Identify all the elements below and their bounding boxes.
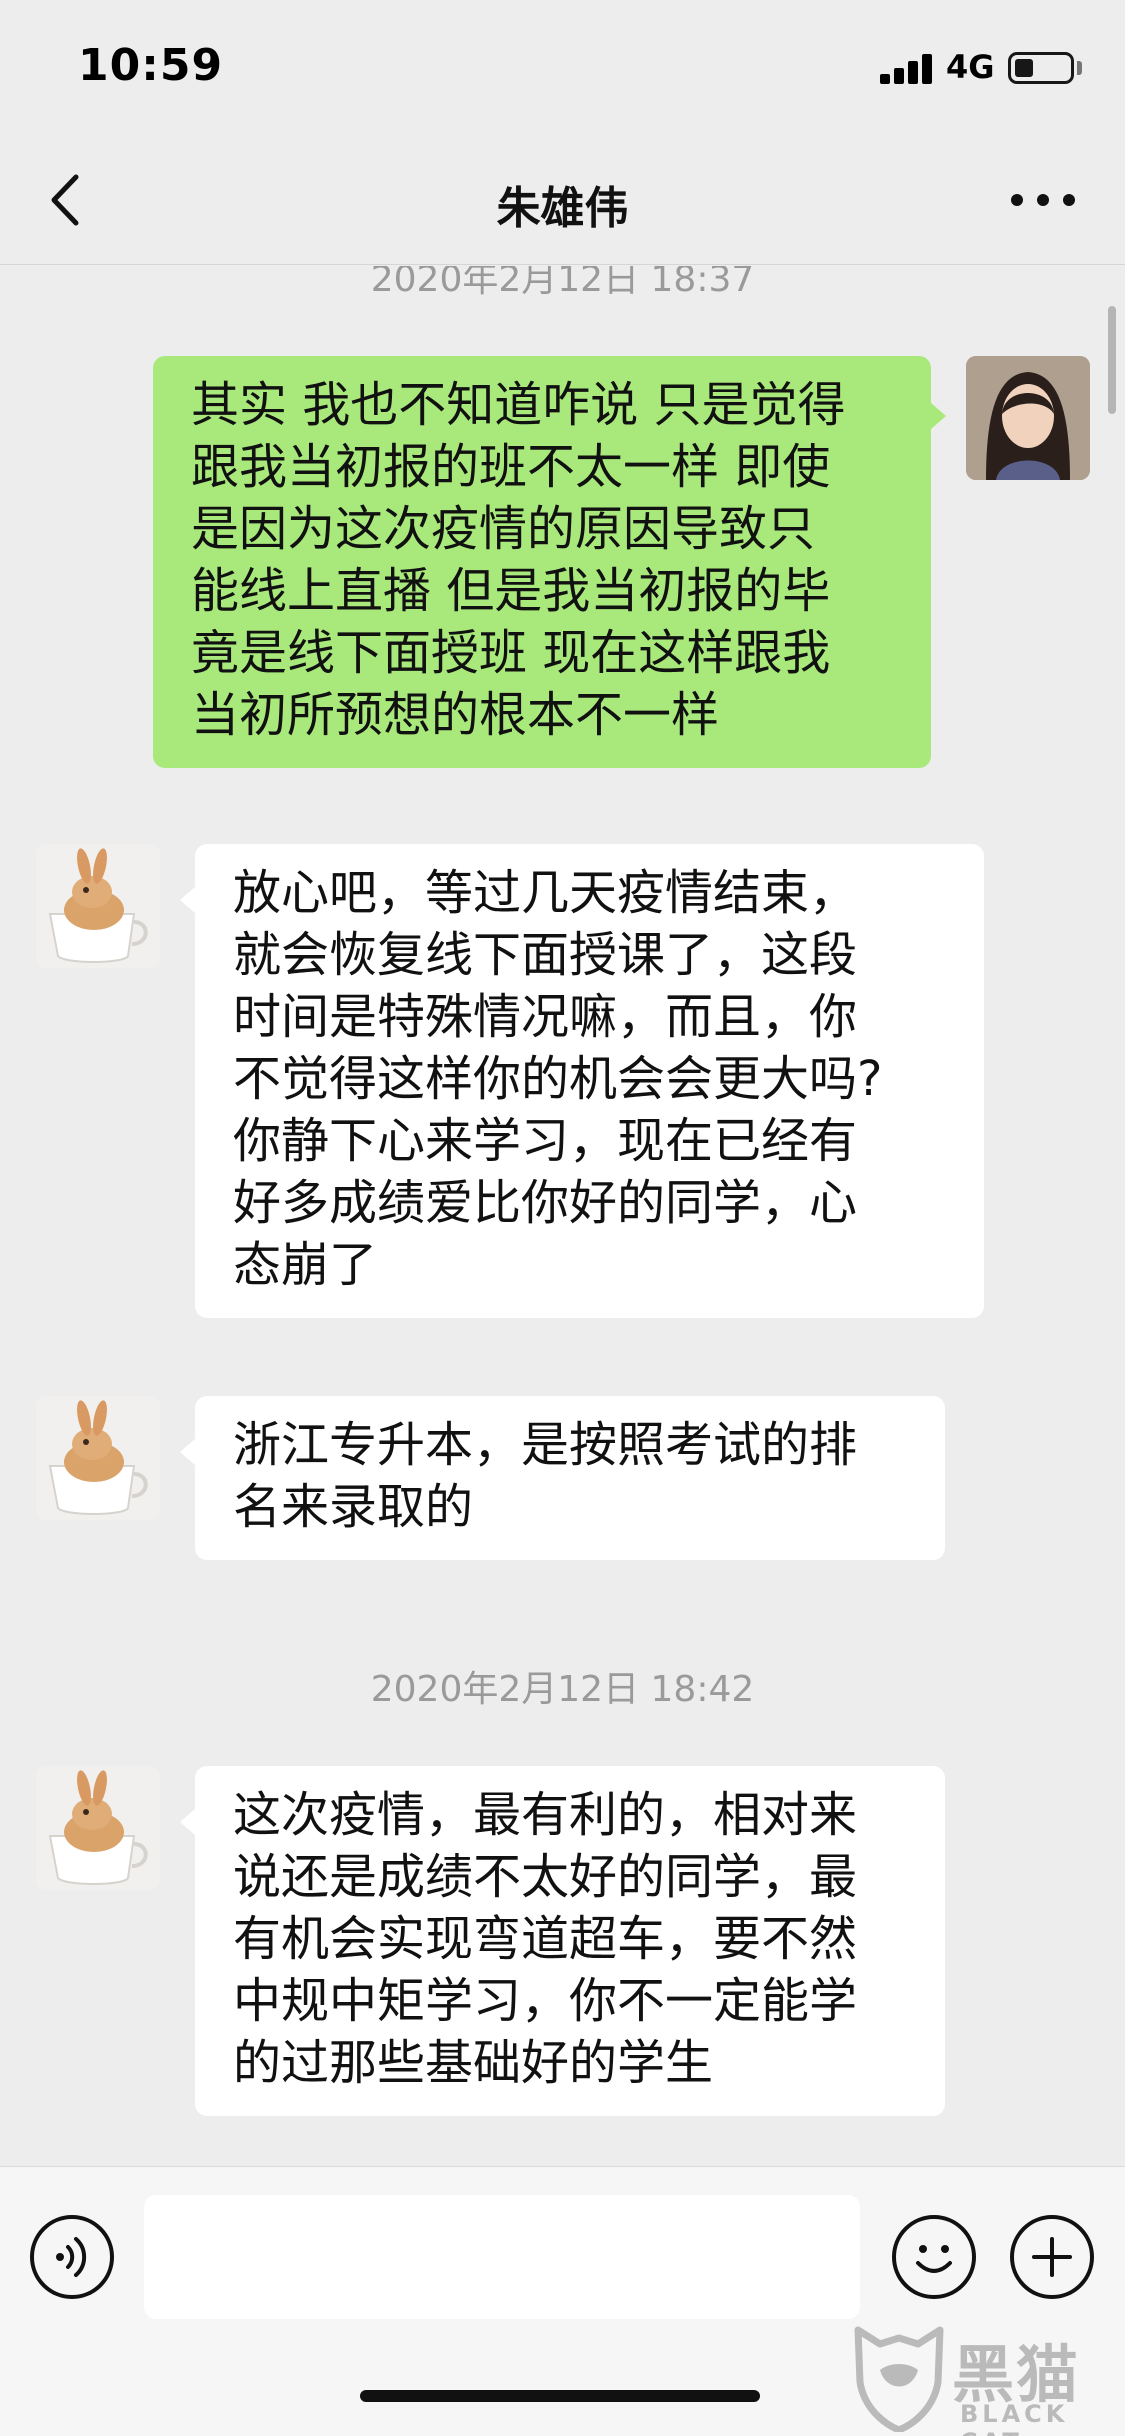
- chat-title: 朱雄伟: [496, 183, 629, 234]
- chat-messages[interactable]: 2020年2月12日 18:37 其实 我也不知道咋说 只是觉得 跟我当初报的班…: [0, 266, 1125, 2166]
- blackcat-watermark: 黑猫 BLACK CAT: [850, 2318, 1125, 2436]
- scrollbar[interactable]: [1108, 306, 1116, 414]
- self-avatar[interactable]: [966, 356, 1090, 480]
- message-line: 说还是成绩不太好的同学，最: [233, 1849, 858, 1905]
- emoji-icon: [916, 2245, 952, 2273]
- network-type: 4G: [946, 48, 995, 86]
- contact-avatar[interactable]: [36, 1396, 160, 1520]
- bubble-tail: [180, 886, 196, 914]
- message-line: 浙江专升本，是按照考试的排: [233, 1417, 858, 1473]
- bubble-tail: [930, 402, 946, 430]
- message-line: 不觉得这样你的机会会更大吗?: [233, 1051, 883, 1107]
- voice-button[interactable]: [30, 2215, 114, 2299]
- message-line: 能线上直播 但是我当初报的毕: [191, 563, 831, 619]
- message-bubble-sent[interactable]: 其实 我也不知道咋说 只是觉得 跟我当初报的班不太一样 即使 是因为这次疫情的原…: [153, 356, 931, 768]
- avatar-bunny-image: [36, 844, 160, 968]
- message-bubble-received[interactable]: 这次疫情，最有利的，相对来 说还是成绩不太好的同学，最 有机会实现弯道超车，要不…: [195, 1766, 945, 2116]
- status-bar: 10:59 4G: [0, 0, 1125, 135]
- message-bubble-received[interactable]: 放心吧，等过几天疫情结束， 就会恢复线下面授课了，这段 时间是特殊情况嘛，而且，…: [195, 844, 984, 1318]
- message-line: 有机会实现弯道超车，要不然: [233, 1911, 858, 1967]
- avatar-bunny-image: [36, 1766, 160, 1890]
- message-line: 时间是特殊情况嘛，而且，你: [233, 989, 858, 1045]
- plus-button[interactable]: [1010, 2215, 1094, 2299]
- message-input[interactable]: [144, 2195, 860, 2319]
- message-line: 的过那些基础好的学生: [233, 2035, 714, 2091]
- voice-icon: [56, 2237, 87, 2277]
- contact-avatar[interactable]: [36, 844, 160, 968]
- more-button[interactable]: [1008, 183, 1078, 217]
- message-line: 中规中矩学习，你不一定能学: [233, 1973, 858, 2029]
- signal-icon: [880, 52, 936, 84]
- message-line: 放心吧，等过几天疫情结束，: [233, 865, 858, 921]
- watermark-text-en: BLACK CAT: [960, 2400, 1069, 2436]
- message-line: 就会恢复线下面授课了，这段: [233, 927, 858, 983]
- plus-icon: [1032, 2237, 1072, 2277]
- more-dots-icon: [1011, 194, 1075, 206]
- avatar-bunny-image: [36, 1396, 160, 1520]
- contact-avatar[interactable]: [36, 1766, 160, 1890]
- message-line: 是因为这次疫情的原因导致只: [191, 501, 816, 557]
- chat-header: 朱雄伟: [0, 135, 1125, 265]
- message-line: 竟是线下面授班 现在这样跟我: [191, 625, 831, 681]
- message-line: 好多成绩爱比你好的同学，心: [233, 1175, 858, 1231]
- bubble-tail: [180, 1808, 196, 1836]
- emoji-button[interactable]: [892, 2215, 976, 2299]
- message-line: 其实 我也不知道咋说 只是觉得: [191, 377, 846, 433]
- message-bubble-received[interactable]: 浙江专升本，是按照考试的排 名来录取的: [195, 1396, 945, 1560]
- message-line: 当初所预想的根本不一样: [191, 687, 720, 743]
- cat-shield-logo-icon: [854, 2326, 944, 2432]
- message-line: 名来录取的: [233, 1479, 474, 1535]
- bubble-tail: [180, 1438, 196, 1466]
- timestamp: 2020年2月12日 18:37: [370, 266, 755, 300]
- timestamp: 2020年2月12日 18:42: [370, 1669, 755, 1710]
- message-line: 你静下心来学习，现在已经有: [233, 1113, 858, 1169]
- battery-icon: [1008, 52, 1074, 84]
- message-line: 跟我当初报的班不太一样 即使: [191, 439, 831, 495]
- avatar-portrait-image: [966, 356, 1090, 480]
- message-line: 这次疫情，最有利的，相对来: [233, 1787, 858, 1843]
- home-indicator[interactable]: [360, 2390, 760, 2402]
- status-time: 10:59: [78, 40, 224, 91]
- message-line: 态崩了: [233, 1237, 378, 1293]
- battery-cap: [1077, 61, 1082, 75]
